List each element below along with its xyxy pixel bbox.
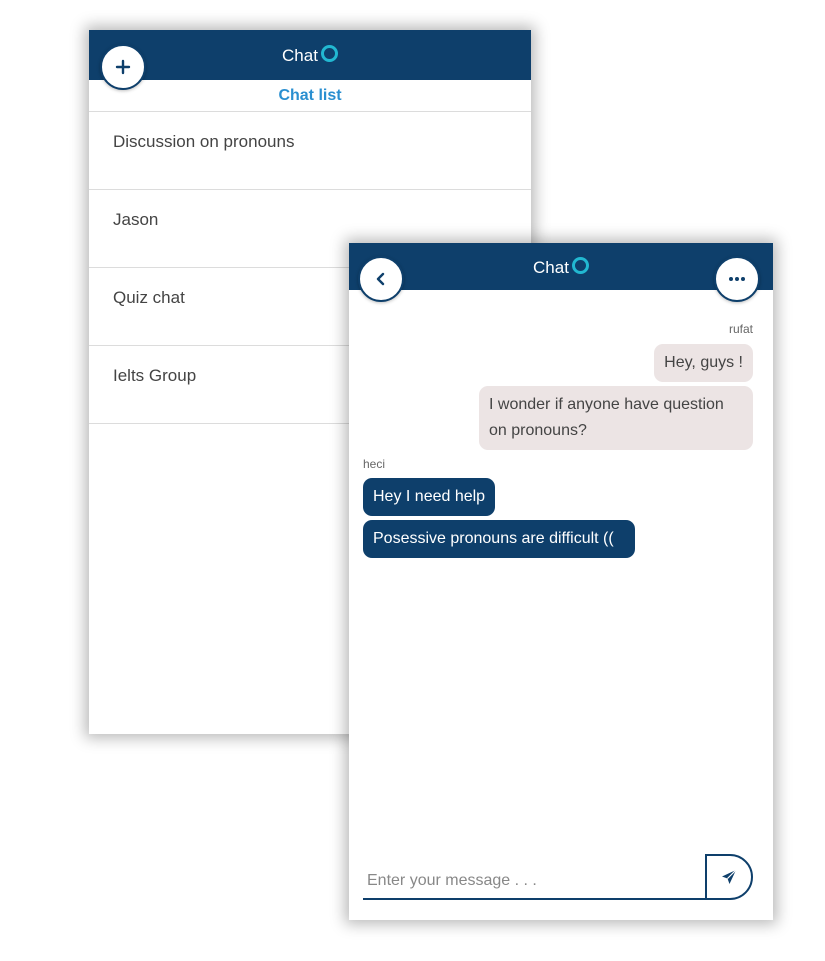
message-bubble-outgoing: Hey, guys !	[654, 344, 753, 382]
send-icon	[722, 869, 737, 884]
conversation-header: Chat	[349, 243, 773, 302]
more-dots-icon	[729, 277, 745, 281]
screen: Chat Chat list Discussion on pronouns Ja…	[0, 0, 825, 961]
message-sender: rufat	[728, 322, 753, 336]
message-bubble-incoming: Hey I need help	[363, 478, 496, 516]
chat-list-item[interactable]: Discussion on pronouns	[89, 112, 531, 190]
chat-list-header: Chat	[89, 30, 531, 90]
message-composer	[363, 854, 753, 900]
header-title: Chat	[282, 46, 318, 65]
online-status-icon	[320, 45, 338, 62]
chat-list-subheader: Chat list	[89, 80, 531, 112]
header-title: Chat	[533, 258, 569, 277]
header-title-group: Chat	[89, 45, 531, 66]
online-status-icon	[571, 257, 589, 274]
message-input[interactable]	[363, 854, 705, 900]
message-list: rufat Hey, guys ! I wonder if anyone hav…	[349, 290, 773, 920]
plus-icon	[115, 59, 131, 75]
new-chat-button[interactable]	[100, 44, 146, 90]
message-bubble-outgoing: I wonder if anyone have question on pron…	[479, 386, 753, 450]
message-bubble-incoming: Posessive pronouns are difficult ((	[363, 520, 635, 558]
send-button[interactable]	[705, 854, 753, 900]
conversation-window: Chat rufat Hey, guys ! I wonder if anyon…	[349, 243, 773, 920]
header-title-group: Chat	[349, 257, 773, 278]
message-sender: heci	[363, 457, 386, 471]
chevron-left-icon	[376, 272, 385, 286]
